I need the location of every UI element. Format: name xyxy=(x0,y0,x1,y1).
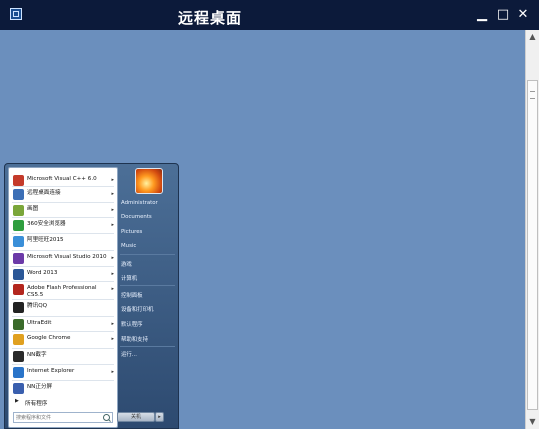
flash-icon xyxy=(13,284,24,295)
search-icon[interactable] xyxy=(103,414,110,421)
minimize-button[interactable]: ▁ xyxy=(474,7,490,23)
program-label: 阿里旺旺2015 xyxy=(27,237,64,243)
program-label: NN截字 xyxy=(27,352,47,358)
program-divider xyxy=(12,217,114,218)
maximize-button[interactable]: □ xyxy=(495,7,511,23)
scroll-up-arrow[interactable]: ▲ xyxy=(526,30,539,44)
start-menu-link[interactable]: Documents xyxy=(121,214,152,220)
start-menu-link[interactable]: Administrator xyxy=(121,200,158,206)
word-icon xyxy=(13,269,24,280)
shutdown-button[interactable]: 关机 xyxy=(117,412,155,422)
submenu-arrow-icon: ▸ xyxy=(111,222,114,228)
program-divider xyxy=(12,348,114,349)
program-label: Word 2013 xyxy=(27,270,58,276)
user-avatar[interactable] xyxy=(135,168,163,194)
start-search-input[interactable] xyxy=(16,413,96,422)
program-label: Adobe Flash Professional xyxy=(27,285,97,291)
start-menu-programs-pane: Microsoft Visual C++ 6.0 ▸ 远程桌面连接 ▸ 画图 ▸ 360安全… xyxy=(8,167,118,428)
title-bar: 远程桌面 ▁ □ ✕ xyxy=(0,0,539,30)
visual-studio-icon xyxy=(13,253,24,264)
remote-desktop-app-icon xyxy=(10,8,22,20)
submenu-arrow-icon: ▸ xyxy=(111,177,114,183)
start-menu-link[interactable]: 设备和打印机 xyxy=(121,305,153,313)
program-item[interactable]: 360安全浏览器 ▸ xyxy=(10,219,116,234)
program-label: Microsoft Visual C++ 6.0 xyxy=(27,176,97,182)
submenu-arrow-icon: ▸ xyxy=(111,271,114,277)
program-item[interactable]: Adobe Flash Professional CS5.5 ▸ xyxy=(10,283,116,298)
start-menu-link[interactable]: Pictures xyxy=(121,229,142,235)
program-item[interactable]: 阿里旺旺2015 xyxy=(10,235,116,250)
paint-icon xyxy=(13,205,24,216)
start-menu-link[interactable]: 游戏 xyxy=(121,260,132,268)
nn-split-icon xyxy=(13,383,24,394)
program-label: 腾讯QQ xyxy=(27,303,47,309)
scroll-thumb[interactable] xyxy=(527,80,538,410)
qq-icon xyxy=(13,302,24,313)
right-pane-divider xyxy=(120,254,175,255)
program-divider xyxy=(12,186,114,187)
shutdown-options-arrow[interactable]: ▸ xyxy=(155,412,164,422)
submenu-arrow-icon: ▸ xyxy=(111,255,114,261)
submenu-arrow-icon: ▸ xyxy=(111,286,114,292)
program-divider xyxy=(12,250,114,251)
program-item[interactable]: Microsoft Visual Studio 2010 ▸ xyxy=(10,252,116,267)
program-divider xyxy=(12,331,114,332)
program-divider xyxy=(12,316,114,317)
360-browser-icon xyxy=(13,220,24,231)
program-label-line2: CS5.5 xyxy=(27,292,44,298)
program-label: 远程桌面连接 xyxy=(27,190,61,196)
submenu-arrow-icon: ▸ xyxy=(111,336,114,342)
start-search-box[interactable] xyxy=(13,412,113,423)
scroll-down-arrow[interactable]: ▼ xyxy=(526,415,539,429)
start-menu-link[interactable]: 帮助和支持 xyxy=(121,335,148,343)
chrome-icon xyxy=(13,334,24,345)
nn-capture-icon xyxy=(13,351,24,362)
program-label: NN正分屏 xyxy=(27,384,53,390)
right-pane-divider xyxy=(120,285,175,286)
submenu-arrow-icon: ▸ xyxy=(111,369,114,375)
submenu-arrow-icon: ▸ xyxy=(111,321,114,327)
program-label: 360安全浏览器 xyxy=(27,221,66,227)
submenu-arrow-icon: ▸ xyxy=(111,191,114,197)
visual-cpp-icon xyxy=(13,175,24,186)
program-item[interactable]: 远程桌面连接 ▸ xyxy=(10,188,116,203)
program-label: Internet Explorer xyxy=(27,368,75,374)
program-item[interactable]: NN截字 xyxy=(10,350,116,365)
program-item[interactable]: Internet Explorer ▸ xyxy=(10,366,116,381)
vertical-scrollbar[interactable]: ▲ ▼ xyxy=(525,30,539,429)
window-title: 远程桌面 xyxy=(178,9,243,27)
program-divider xyxy=(12,299,114,300)
program-item[interactable]: NN正分屏 xyxy=(10,382,116,397)
ie-icon xyxy=(13,367,24,378)
start-menu-link[interactable]: 控制面板 xyxy=(121,291,143,299)
program-label: UltraEdit xyxy=(27,320,52,326)
close-button[interactable]: ✕ xyxy=(515,7,531,23)
all-programs-label: 所有程序 xyxy=(25,401,48,407)
aliwangwang-icon xyxy=(13,236,24,247)
start-menu-link[interactable]: 运行... xyxy=(121,350,137,358)
start-menu: Microsoft Visual C++ 6.0 ▸ 远程桌面连接 ▸ 画图 ▸ 360安全… xyxy=(4,163,179,429)
start-menu-link[interactable]: 默认程序 xyxy=(121,320,143,328)
remote-desktop-icon xyxy=(13,189,24,200)
right-pane-divider xyxy=(120,346,175,347)
all-programs-arrow-icon: ▶ xyxy=(15,398,19,404)
all-programs-item[interactable]: ▶ 所有程序 xyxy=(10,397,116,409)
program-divider xyxy=(12,266,114,267)
submenu-arrow-icon: ▸ xyxy=(111,207,114,213)
program-item[interactable]: Google Chrome ▸ xyxy=(10,333,116,348)
program-divider xyxy=(12,233,114,234)
program-label: Microsoft Visual Studio 2010 xyxy=(27,254,107,260)
program-divider xyxy=(12,202,114,203)
program-divider xyxy=(12,364,114,365)
program-item[interactable]: 腾讯QQ xyxy=(10,301,116,316)
program-label: 画图 xyxy=(27,206,39,212)
ultraedit-icon xyxy=(13,319,24,330)
start-menu-link[interactable]: Music xyxy=(121,243,136,249)
program-label: Google Chrome xyxy=(27,335,71,341)
start-menu-link[interactable]: 计算机 xyxy=(121,274,137,282)
program-divider xyxy=(12,380,114,381)
program-divider xyxy=(12,281,114,282)
